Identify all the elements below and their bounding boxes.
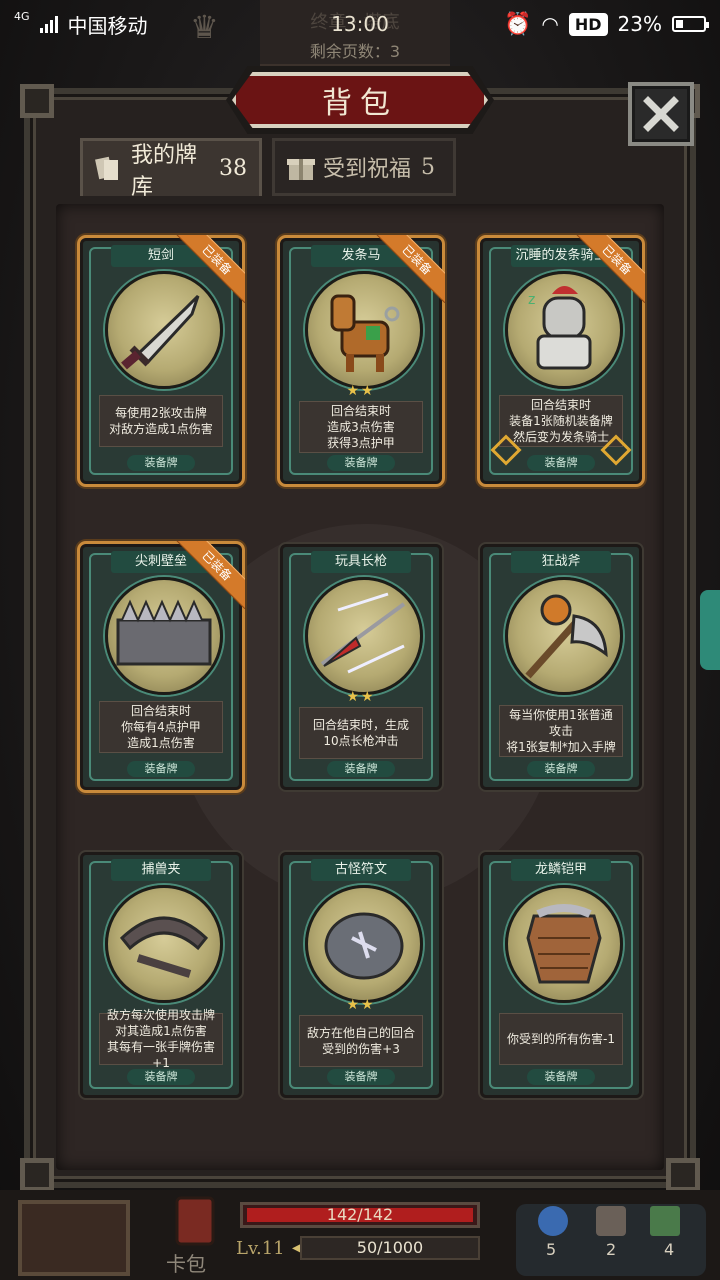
battery-icon xyxy=(672,16,709,32)
card-type: 装备牌 xyxy=(527,1069,595,1085)
battery-percent: 23% xyxy=(617,12,662,36)
card-stars: ★★ xyxy=(346,689,376,705)
card-name: 古怪符文 xyxy=(311,859,411,881)
signal-icon xyxy=(39,15,58,33)
card-type: 装备牌 xyxy=(527,761,595,777)
carrier-name: 中国移动 xyxy=(67,13,148,38)
xp-bar: 50/1000 xyxy=(300,1236,480,1260)
close-button[interactable] xyxy=(628,82,694,146)
hp-bar: 142/142 xyxy=(240,1202,480,1228)
berserker-axe-icon xyxy=(505,577,623,695)
tab-blessings[interactable]: 受到祝福 5 xyxy=(272,138,456,196)
card-desc: 回合结束时 造成3点伤害 获得3点护甲 xyxy=(327,404,395,450)
card-berserker-axe[interactable]: 狂战斧 每当你使用1张普通攻击 将1张复制*加入手牌 装备牌 xyxy=(480,544,642,790)
tab-my-deck[interactable]: 我的牌库 38 xyxy=(80,138,262,200)
close-icon xyxy=(643,96,679,132)
potion-count: 5 xyxy=(546,1240,557,1259)
hourglass-icon[interactable] xyxy=(596,1206,626,1236)
card-wind-up-horse[interactable]: 发条马 ★★ 回合结束时 造成3点伤害 获得3点护甲 装备牌 已装备 xyxy=(280,235,445,484)
gift-icon xyxy=(287,152,315,182)
card-stars: ★★ xyxy=(346,383,376,399)
card-desc: 每使用2张攻击牌 对敌方造成1点伤害 xyxy=(109,406,213,436)
level-label: Lv.11 xyxy=(236,1238,285,1259)
hd-badge: HD xyxy=(568,12,608,36)
toy-lance-icon xyxy=(305,577,423,695)
card-name: 龙鳞铠甲 xyxy=(511,859,611,881)
card-desc: 敌方在他自己的回合 受到的伤害+3 xyxy=(306,1026,415,1056)
wifi-icon: ◠ xyxy=(541,12,559,36)
card-spiked-wall[interactable]: 尖刺壁垒 回合结束时 你每有4点护甲 造成1点伤害 装备牌 已装备 xyxy=(80,541,245,790)
equipped-ribbon: 已装备 xyxy=(175,541,245,610)
cards-stack-count: 4 xyxy=(664,1240,675,1259)
card-dagger[interactable]: 短剑 每使用2张攻击牌 对敌方造成1点伤害 装备牌 已装备 xyxy=(80,235,245,484)
cards-stack-icon[interactable] xyxy=(650,1206,680,1236)
bear-trap-icon xyxy=(105,885,223,1003)
card-desc: 每当你使用1张普通攻击 将1张复制*加入手牌 xyxy=(506,708,616,754)
card-desc: 敌方每次使用攻击牌 对其造成1点伤害 其每有一张手牌伤害+1 xyxy=(106,1008,215,1070)
card-dragon-armor[interactable]: 龙鳞铠甲 你受到的所有伤害-1 装备牌 xyxy=(480,852,642,1098)
status-bar: 4G 中国移动 ⏰ ◠ HD 23% xyxy=(0,0,720,48)
card-desc: 回合结束时，生成 10点长枪冲击 xyxy=(312,718,409,748)
card-desc: 回合结束时 装备1张随机装备牌 然后变为发条骑士 xyxy=(509,398,613,444)
tab-count: 38 xyxy=(219,156,247,181)
card-toy-lance[interactable]: 玩具长枪 ★★ 回合结束时，生成 10点长枪冲击 装备牌 xyxy=(280,544,442,790)
alarm-icon: ⏰ xyxy=(504,11,532,37)
card-name: 玩具长枪 xyxy=(311,551,411,573)
equipped-ribbon: 已装备 xyxy=(575,235,645,304)
card-type: 装备牌 xyxy=(327,761,395,777)
card-pack-icon xyxy=(175,1196,215,1246)
map-button[interactable] xyxy=(18,1200,130,1276)
card-stars: ★★ xyxy=(346,997,376,1013)
hp-text: 142/142 xyxy=(326,1205,394,1224)
network-type: 4G xyxy=(14,9,30,23)
card-bear-trap[interactable]: 捕兽夹 敌方每次使用攻击牌 对其造成1点伤害 其每有一张手牌伤害+1 装备牌 xyxy=(80,852,242,1098)
game-screen: { "status_bar": {"network": "4G", "carri… xyxy=(0,0,720,1280)
card-type: 装备牌 xyxy=(127,455,195,471)
cards-icon xyxy=(95,154,121,184)
card-type: 装备牌 xyxy=(527,455,595,471)
side-drawer-tab[interactable] xyxy=(700,590,720,670)
dragon-armor-icon xyxy=(505,885,623,1003)
tab-count: 5 xyxy=(421,154,436,180)
card-name: 捕兽夹 xyxy=(111,859,211,881)
strange-rune-icon xyxy=(305,885,423,1003)
tab-label: 受到祝福 xyxy=(323,157,412,182)
card-sleeping-knight[interactable]: 沉睡的发条骑士 z 回合结束时 装备1张随机装备牌 然后变为发条骑士 装备牌 已… xyxy=(480,235,645,484)
hourglass-count: 2 xyxy=(606,1240,617,1259)
panel-title-banner: 背包 xyxy=(232,72,488,128)
card-desc: 你受到的所有伤害-1 xyxy=(507,1032,615,1046)
card-type: 装备牌 xyxy=(327,1069,395,1085)
tab-label: 我的牌库 xyxy=(131,142,198,200)
deck-label: 卡包 xyxy=(166,1252,206,1276)
equipped-ribbon: 已装备 xyxy=(175,235,245,304)
panel-title: 背包 xyxy=(322,86,398,121)
bottom-hud: 卡包 142/142 Lv.11 ◀ 50/1000 5 2 4 xyxy=(0,1190,720,1280)
card-desc: 回合结束时 你每有4点护甲 造成1点伤害 xyxy=(121,704,201,750)
svg-text:z: z xyxy=(528,292,535,308)
card-type: 装备牌 xyxy=(127,1069,195,1085)
card-type: 装备牌 xyxy=(127,761,195,777)
card-type: 装备牌 xyxy=(327,455,395,471)
equipped-ribbon: 已装备 xyxy=(375,235,445,304)
card-name: 狂战斧 xyxy=(511,551,611,573)
potion-icon[interactable] xyxy=(538,1206,568,1236)
card-strange-rune[interactable]: 古怪符文 ★★ 敌方在他自己的回合 受到的伤害+3 装备牌 xyxy=(280,852,442,1098)
